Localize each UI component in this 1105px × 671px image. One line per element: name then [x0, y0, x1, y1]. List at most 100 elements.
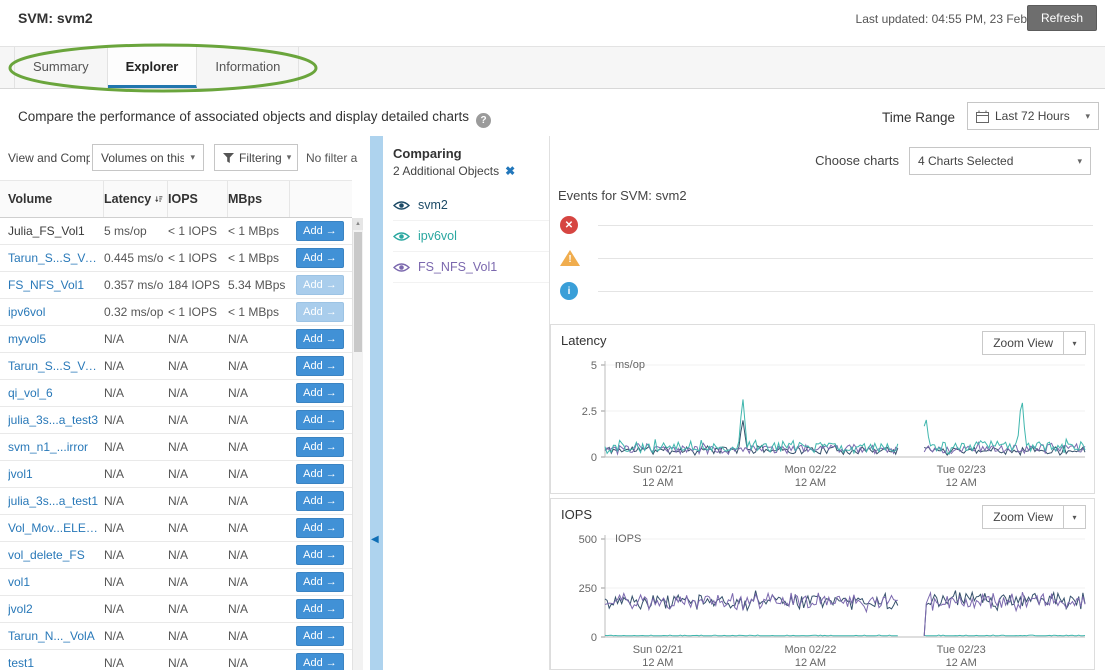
- eye-visibility-icon[interactable]: [393, 231, 410, 242]
- volume-link[interactable]: FS_NFS_Vol1: [8, 278, 104, 292]
- svg-text:Tue 02/23: Tue 02/23: [937, 644, 986, 656]
- volume-link[interactable]: Julia_FS_Vol1: [8, 224, 104, 238]
- add-button[interactable]: Add →: [296, 599, 344, 619]
- eye-visibility-icon[interactable]: [393, 262, 410, 273]
- events-error-row: ✕: [550, 216, 1105, 236]
- choose-charts-dropdown[interactable]: 4 Charts Selected ▾: [909, 147, 1091, 175]
- object-type-dropdown[interactable]: Volumes on this ▾: [92, 144, 204, 171]
- table-row: jvol1N/AN/AN/AAdd →: [0, 461, 352, 488]
- refresh-button[interactable]: Refresh: [1027, 5, 1097, 31]
- volume-link[interactable]: Tarun_N..._VolA: [8, 629, 104, 643]
- charts-panel: Choose charts 4 Charts Selected ▾ Events…: [549, 136, 1105, 670]
- clear-comparing-icon[interactable]: ✖: [505, 164, 515, 178]
- add-button[interactable]: Add →: [296, 383, 344, 403]
- choose-charts-label: Choose charts: [815, 153, 899, 168]
- volume-link[interactable]: jvol2: [8, 602, 104, 616]
- add-button[interactable]: Add →: [296, 464, 344, 484]
- comparing-item-name[interactable]: FS_NFS_Vol1: [418, 260, 497, 274]
- add-button[interactable]: Add →: [296, 626, 344, 646]
- mbps-value: N/A: [228, 332, 290, 346]
- comparing-item-ipv6vol[interactable]: ipv6vol: [393, 221, 549, 252]
- add-button[interactable]: Add →: [296, 653, 344, 670]
- table-row: Vol_Mov...ELETEN/AN/AN/AAdd →: [0, 515, 352, 542]
- volume-link[interactable]: Tarun_S...S_Vol2: [8, 359, 104, 373]
- iops-value: 184 IOPS: [168, 278, 228, 292]
- comparing-item-svm2[interactable]: svm2: [393, 190, 549, 221]
- volume-link[interactable]: vol_delete_FS: [8, 548, 104, 562]
- volume-link[interactable]: test1: [8, 656, 104, 670]
- add-button[interactable]: Add →: [296, 329, 344, 349]
- iops-chart-panel: IOPS Zoom View ▾ 0250500IOPSSun 02/2112 …: [550, 498, 1095, 670]
- add-button[interactable]: Add →: [296, 275, 344, 295]
- page-description: Compare the performance of associated ob…: [18, 109, 491, 128]
- sort-descending-icon: [155, 194, 163, 205]
- volume-link[interactable]: qi_vol_6: [8, 386, 104, 400]
- panel-splitter[interactable]: ◀: [370, 136, 383, 670]
- latency-value: N/A: [104, 548, 168, 562]
- volume-link[interactable]: myvol5: [8, 332, 104, 346]
- svg-text:ms/op: ms/op: [615, 359, 645, 371]
- chevron-down-icon: ▾: [287, 152, 292, 163]
- scroll-up-icon[interactable]: ▲: [353, 218, 363, 230]
- events-info-row: i: [550, 282, 1105, 302]
- comparing-item-name[interactable]: ipv6vol: [418, 229, 457, 243]
- mbps-value: N/A: [228, 629, 290, 643]
- add-button[interactable]: Add →: [296, 356, 344, 376]
- time-range-dropdown[interactable]: Last 72 Hours ▾: [967, 102, 1099, 130]
- mbps-value: N/A: [228, 413, 290, 427]
- mbps-value: N/A: [228, 548, 290, 562]
- column-header-volume[interactable]: Volume: [8, 181, 104, 217]
- collapse-panel-icon[interactable]: ◀: [371, 534, 379, 545]
- add-button[interactable]: Add →: [296, 302, 344, 322]
- tab-explorer[interactable]: Explorer: [108, 47, 198, 88]
- column-label: MBps: [228, 192, 262, 206]
- mbps-value: N/A: [228, 656, 290, 670]
- add-button[interactable]: Add →: [296, 248, 344, 268]
- latency-value: N/A: [104, 467, 168, 481]
- svg-text:250: 250: [579, 583, 597, 595]
- eye-visibility-icon[interactable]: [393, 200, 410, 211]
- latency-value: 0.32 ms/op: [104, 305, 168, 319]
- table-row: ipv6vol0.32 ms/op< 1 IOPS< 1 MBpsAdd →: [0, 299, 352, 326]
- iops-value: < 1 IOPS: [168, 224, 228, 238]
- column-header-mbps[interactable]: MBps: [228, 181, 290, 217]
- volume-link[interactable]: svm_n1_...irror: [8, 440, 104, 454]
- volume-link[interactable]: ipv6vol: [8, 305, 104, 319]
- column-header-iops[interactable]: IOPS: [168, 181, 228, 217]
- table-row: FS_NFS_Vol10.357 ms/o184 IOPS5.34 MBpsAd…: [0, 272, 352, 299]
- svg-text:12 AM: 12 AM: [795, 477, 826, 489]
- volume-link[interactable]: Tarun_S...S_Vol1: [8, 251, 104, 265]
- add-button[interactable]: Add →: [296, 437, 344, 457]
- add-button[interactable]: Add →: [296, 221, 344, 241]
- table-body: Julia_FS_Vol15 ms/op< 1 IOPS< 1 MBpsAdd …: [0, 218, 352, 670]
- volume-link[interactable]: jvol1: [8, 467, 104, 481]
- tab-information[interactable]: Information: [197, 47, 299, 88]
- add-button[interactable]: Add →: [296, 545, 344, 565]
- filtering-button[interactable]: Filtering ▾: [214, 144, 298, 171]
- column-label: Volume: [8, 192, 52, 206]
- comparing-item-name[interactable]: svm2: [418, 198, 448, 212]
- add-button[interactable]: Add →: [296, 491, 344, 511]
- tab-summary[interactable]: Summary: [14, 47, 108, 88]
- comparing-item-fs_nfs_vol1[interactable]: FS_NFS_Vol1: [393, 252, 549, 283]
- add-button[interactable]: Add →: [296, 518, 344, 538]
- svg-text:12 AM: 12 AM: [642, 477, 673, 489]
- help-icon[interactable]: ?: [476, 113, 491, 128]
- mbps-value: N/A: [228, 575, 290, 589]
- volume-link[interactable]: julia_3s...a_test1: [8, 494, 104, 508]
- volume-link[interactable]: julia_3s...a_test3: [8, 413, 104, 427]
- iops-chart: 0250500IOPSSun 02/2112 AMMon 02/2212 AMT…: [553, 525, 1093, 671]
- svg-text:2.5: 2.5: [582, 406, 597, 418]
- add-button[interactable]: Add →: [296, 572, 344, 592]
- column-header-latency[interactable]: Latency: [104, 181, 168, 217]
- volume-link[interactable]: vol1: [8, 575, 104, 589]
- volume-link[interactable]: Vol_Mov...ELETE: [8, 521, 104, 535]
- scrollbar-thumb[interactable]: [354, 232, 362, 352]
- add-button[interactable]: Add →: [296, 410, 344, 430]
- last-updated-text: Last updated: 04:55 PM, 23 Feb: [856, 12, 1027, 26]
- table-row: qi_vol_6N/AN/AN/AAdd →: [0, 380, 352, 407]
- table-scrollbar[interactable]: ▲: [352, 218, 363, 670]
- iops-value: N/A: [168, 332, 228, 346]
- page-title: SVM: svm2: [18, 10, 93, 26]
- svg-text:5: 5: [591, 360, 597, 372]
